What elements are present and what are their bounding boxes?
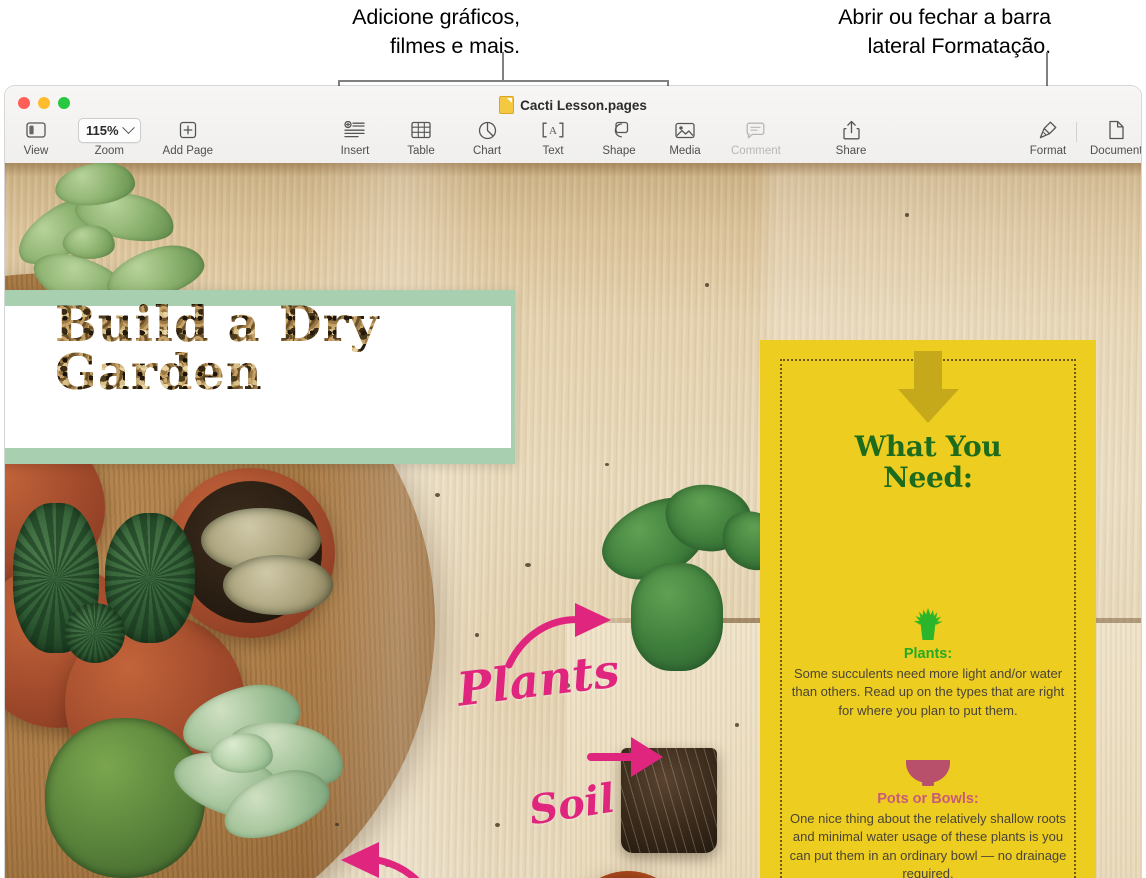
share-icon bbox=[842, 118, 860, 142]
format-label: Format bbox=[1029, 145, 1067, 157]
shape-icon bbox=[609, 118, 629, 142]
page-title: Build a Dry Garden bbox=[55, 300, 495, 397]
callout-format-label: Abrir ou fechar a barra lateral Formataçã… bbox=[706, 3, 1051, 61]
zoom-control-item[interactable]: 115% Zoom bbox=[78, 117, 141, 157]
media-icon bbox=[675, 118, 695, 142]
moss-plant bbox=[45, 718, 205, 878]
document-button[interactable]: Document bbox=[1090, 118, 1141, 157]
soil-speck bbox=[435, 493, 440, 497]
bowl-icon bbox=[780, 751, 1076, 787]
media-label: Media bbox=[669, 145, 701, 157]
svg-text:A: A bbox=[549, 125, 557, 137]
pink-arrow-right-plants bbox=[505, 603, 611, 669]
window-title-text: Cacti Lesson.pages bbox=[520, 97, 647, 113]
chart-label: Chart bbox=[472, 145, 502, 157]
callout-insert-line1: Adicione gráficos, filmes e mais. bbox=[352, 5, 520, 58]
chevron-down-icon bbox=[121, 120, 135, 134]
pages-document-icon bbox=[499, 96, 515, 114]
insert-label: Insert bbox=[340, 145, 370, 157]
toolbar-share-group: Share bbox=[831, 118, 871, 157]
soil-speck bbox=[525, 563, 531, 567]
document-icon bbox=[1108, 118, 1125, 142]
insert-icon bbox=[344, 118, 366, 142]
add-page-label: Add Page bbox=[162, 145, 214, 157]
add-page-icon bbox=[179, 118, 197, 142]
soil-speck bbox=[605, 463, 609, 466]
document-canvas[interactable]: Build a Dry Garden What You Need: Plants: … bbox=[5, 163, 1141, 878]
zoom-value: 115% bbox=[86, 122, 119, 138]
toolbar: Cacti Lesson.pages View 115% Zoom Add Pa… bbox=[5, 86, 1141, 164]
comment-label: Comment bbox=[731, 145, 781, 157]
document-label: Document bbox=[1090, 145, 1141, 157]
sidebar-view-icon bbox=[26, 118, 46, 142]
cactus-icon bbox=[780, 606, 1076, 642]
media-button[interactable]: Media bbox=[665, 118, 705, 157]
cactus-pad bbox=[631, 563, 723, 671]
wood-top-edge bbox=[5, 163, 1141, 177]
soil-speck bbox=[495, 823, 500, 827]
small-cactus bbox=[65, 603, 125, 663]
pink-arrow-left-bowls bbox=[341, 842, 420, 878]
view-label: View bbox=[23, 145, 49, 157]
need-title-pots: Pots or Bowls: bbox=[877, 791, 979, 807]
soil-speck bbox=[735, 723, 739, 727]
panel-heading: What You Need: bbox=[854, 430, 1002, 495]
shape-label: Shape bbox=[602, 145, 636, 157]
need-body-pots: One nice thing about the relatively shal… bbox=[789, 811, 1067, 878]
add-page-button[interactable]: Add Page bbox=[162, 118, 214, 157]
zoom-popup-button[interactable]: 115% bbox=[78, 117, 141, 143]
soil-speck bbox=[475, 633, 479, 637]
need-block-plants: Plants: Some succulents need more light … bbox=[780, 606, 1076, 720]
soil-speck bbox=[335, 823, 339, 826]
soil-speck bbox=[705, 803, 710, 807]
format-button[interactable]: Format bbox=[1028, 118, 1068, 157]
text-box-button[interactable]: A Text bbox=[533, 118, 573, 157]
soil-speck bbox=[705, 283, 709, 287]
toolbar-right-group: Format Document bbox=[1028, 118, 1141, 157]
insert-button[interactable]: Insert bbox=[335, 118, 375, 157]
table-label: Table bbox=[407, 145, 435, 157]
share-button[interactable]: Share bbox=[831, 118, 871, 157]
fuzzy-cactus bbox=[223, 555, 333, 615]
shape-button[interactable]: Shape bbox=[599, 118, 639, 157]
chart-button[interactable]: Chart bbox=[467, 118, 507, 157]
text-box-icon: A bbox=[542, 118, 564, 142]
zoom-label: Zoom bbox=[94, 145, 124, 157]
window-title: Cacti Lesson.pages bbox=[5, 96, 1141, 114]
pink-arrow-right-soil bbox=[587, 737, 663, 777]
share-label: Share bbox=[835, 145, 867, 157]
toolbar-center-group: Insert Table Chart A Text Shape Media Co… bbox=[335, 118, 781, 157]
comment-icon bbox=[746, 118, 765, 142]
chart-icon bbox=[478, 118, 497, 142]
need-block-pots: Pots or Bowls: One nice thing about the … bbox=[780, 751, 1076, 878]
toolbar-left-group: View 115% Zoom Add Page bbox=[16, 117, 214, 157]
zoom-popup-wrap: 115% bbox=[78, 117, 141, 143]
soil-speck bbox=[905, 213, 909, 217]
table-icon bbox=[411, 118, 431, 142]
title-text-box[interactable]: Build a Dry Garden bbox=[5, 290, 515, 464]
callout-insert-label: Adicione gráficos, filmes e mais. bbox=[230, 3, 520, 61]
callout-insert-leader-stem bbox=[502, 52, 504, 82]
comment-button[interactable]: Comment bbox=[731, 118, 781, 157]
view-button[interactable]: View bbox=[16, 118, 56, 157]
need-title-plants: Plants: bbox=[903, 646, 953, 662]
table-button[interactable]: Table bbox=[401, 118, 441, 157]
down-arrow-icon bbox=[889, 351, 967, 423]
paintbrush-icon bbox=[1038, 118, 1058, 142]
text-label: Text bbox=[542, 145, 564, 157]
need-body-plants: Some succulents need more light and/or w… bbox=[791, 666, 1065, 718]
callout-format-line1: Abrir ou fechar a barra lateral Formataçã… bbox=[838, 5, 1051, 58]
callout-insert-leader-bar bbox=[338, 80, 669, 82]
pages-app-window: Cacti Lesson.pages View 115% Zoom Add Pa… bbox=[5, 86, 1141, 878]
